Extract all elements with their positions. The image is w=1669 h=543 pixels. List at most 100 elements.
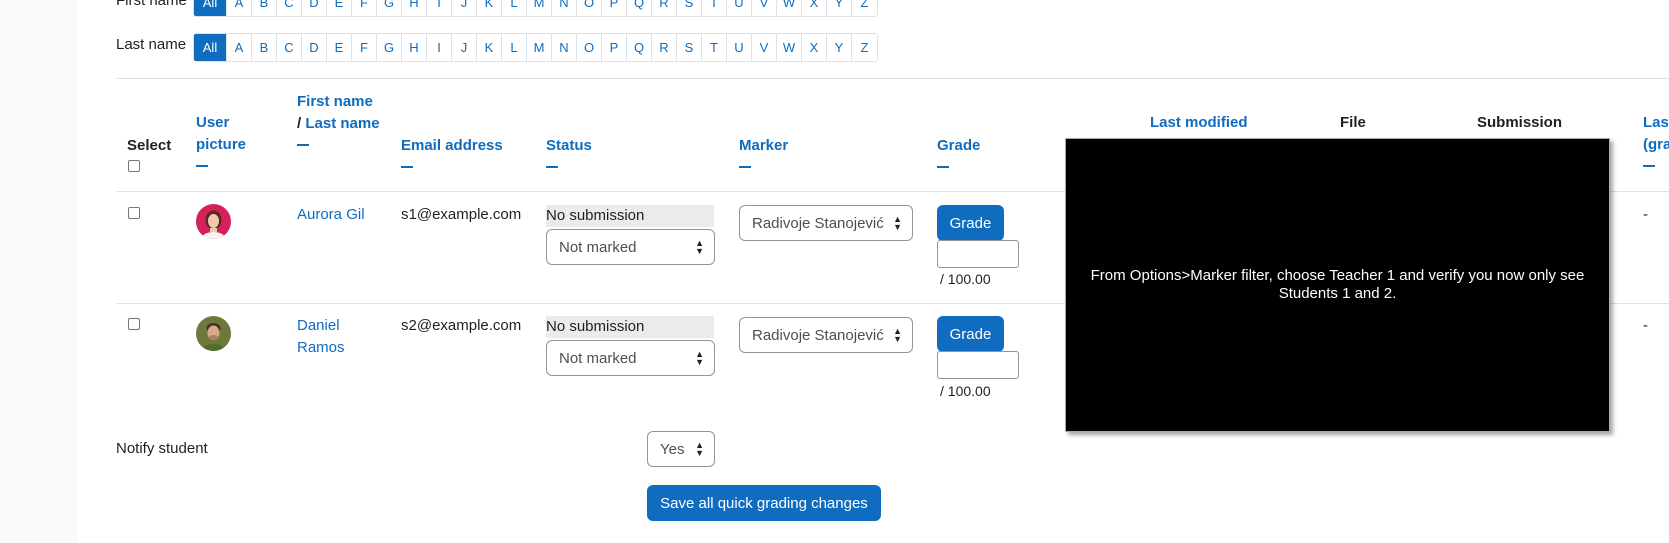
first-name-initial-q[interactable]: Q <box>627 0 652 16</box>
select-caret-icon: ▲ ▼ <box>893 326 902 344</box>
header-last-modified[interactable]: Last modified <box>1150 112 1248 134</box>
last-name-initials-bar: All A B C D E F G H I J K L M N O P Q R S T U V W X Y Z <box>193 33 878 62</box>
last-name-initial-d[interactable]: D <box>302 34 327 61</box>
first-name-initial-u[interactable]: U <box>727 0 752 16</box>
first-name-initial-w[interactable]: W <box>777 0 802 16</box>
header-user-picture[interactable]: User picture <box>196 112 266 167</box>
last-name-initial-b[interactable]: B <box>252 34 277 61</box>
save-quick-grading-button[interactable]: Save all quick grading changes <box>647 485 881 521</box>
first-name-initial-k[interactable]: K <box>477 0 502 16</box>
last-name-initial-t[interactable]: T <box>702 34 727 61</box>
last-name-initial-all[interactable]: All <box>194 34 227 61</box>
last-name-initial-h[interactable]: H <box>402 34 427 61</box>
first-name-initial-x[interactable]: X <box>802 0 827 16</box>
filter-divider <box>116 78 1669 79</box>
avatar[interactable] <box>196 316 231 351</box>
first-name-initial-l[interactable]: L <box>502 0 527 16</box>
last-name-initial-k[interactable]: K <box>477 34 502 61</box>
last-name-initial-e[interactable]: E <box>327 34 352 61</box>
last-name-initial-r[interactable]: R <box>652 34 677 61</box>
last-name-initial-o[interactable]: O <box>577 34 602 61</box>
grade-button[interactable]: Grade <box>937 205 1004 241</box>
first-name-initial-m[interactable]: M <box>527 0 552 16</box>
first-name-initial-o[interactable]: O <box>577 0 602 16</box>
first-name-initial-t[interactable]: T <box>702 0 727 16</box>
sort-dash-icon <box>739 166 751 168</box>
first-name-initial-e[interactable]: E <box>327 0 352 16</box>
last-name-initial-j[interactable]: J <box>452 34 477 61</box>
notify-student-label: Notify student <box>116 440 208 457</box>
quick-grade-input[interactable] <box>937 351 1019 379</box>
first-name-initial-r[interactable]: R <box>652 0 677 16</box>
last-name-initial-a[interactable]: A <box>227 34 252 61</box>
first-name-initial-g[interactable]: G <box>377 0 402 16</box>
first-name-initial-a[interactable]: A <box>227 0 252 16</box>
select-caret-icon: ▲ ▼ <box>695 440 704 458</box>
header-submission: Submission <box>1477 114 1563 131</box>
first-name-initial-i[interactable]: I <box>427 0 452 16</box>
grade-max-label: / 100.00 <box>940 271 991 287</box>
first-name-initial-v[interactable]: V <box>752 0 777 16</box>
select-caret-icon: ▲ ▼ <box>695 238 704 256</box>
last-name-initial-q[interactable]: Q <box>627 34 652 61</box>
marking-workflow-select[interactable]: Not marked ▲ ▼ <box>546 229 715 265</box>
first-name-initial-f[interactable]: F <box>352 0 377 16</box>
header-email[interactable]: Email address <box>401 135 503 168</box>
header-name: First name / Last name <box>297 91 387 146</box>
grade-button[interactable]: Grade <box>937 316 1004 352</box>
header-marker[interactable]: Marker <box>739 135 788 168</box>
header-last-grade[interactable]: Las (gra <box>1643 112 1669 167</box>
last-name-initial-n[interactable]: N <box>552 34 577 61</box>
select-all-checkbox[interactable] <box>128 160 140 172</box>
first-name-initial-c[interactable]: C <box>277 0 302 16</box>
first-name-initial-z[interactable]: Z <box>852 0 877 16</box>
last-name-initial-u[interactable]: U <box>727 34 752 61</box>
last-name-initial-y[interactable]: Y <box>827 34 852 61</box>
last-name-initial-s[interactable]: S <box>677 34 702 61</box>
first-name-initial-b[interactable]: B <box>252 0 277 16</box>
header-grade[interactable]: Grade <box>937 135 980 168</box>
email-value: s1@example.com <box>401 206 522 223</box>
notify-student-select[interactable]: Yes ▲ ▼ <box>647 431 715 467</box>
first-name-initial-p[interactable]: P <box>602 0 627 16</box>
last-name-initial-i[interactable]: I <box>427 34 452 61</box>
sort-dash-icon <box>546 166 558 168</box>
instruction-overlay: From Options>Marker filter, choose Teach… <box>1065 138 1610 432</box>
row-select-checkbox[interactable] <box>128 318 140 330</box>
last-name-filter-label: Last name <box>116 36 187 53</box>
last-name-initial-p[interactable]: P <box>602 34 627 61</box>
first-name-initial-all[interactable]: All <box>194 0 227 16</box>
last-name-initial-f[interactable]: F <box>352 34 377 61</box>
marker-select[interactable]: Radivoje Stanojević ▲ ▼ <box>739 205 913 241</box>
first-name-initial-d[interactable]: D <box>302 0 327 16</box>
sort-last-name-link[interactable]: Last name <box>305 115 379 132</box>
last-name-initial-w[interactable]: W <box>777 34 802 61</box>
first-name-initial-s[interactable]: S <box>677 0 702 16</box>
last-name-initial-l[interactable]: L <box>502 34 527 61</box>
row-select-checkbox[interactable] <box>128 207 140 219</box>
first-name-initial-n[interactable]: N <box>552 0 577 16</box>
last-name-initial-m[interactable]: M <box>527 34 552 61</box>
select-caret-icon: ▲ ▼ <box>695 349 704 367</box>
last-name-initial-c[interactable]: C <box>277 34 302 61</box>
first-name-initial-h[interactable]: H <box>402 0 427 16</box>
header-select: Select <box>127 137 172 154</box>
student-name-link[interactable]: Daniel Ramos <box>297 315 345 359</box>
last-col-value: - <box>1643 206 1648 223</box>
sort-first-name-link[interactable]: First name <box>297 93 373 110</box>
header-status[interactable]: Status <box>546 135 592 168</box>
last-name-initial-z[interactable]: Z <box>852 34 877 61</box>
sort-dash-icon <box>196 165 208 167</box>
avatar[interactable] <box>196 204 231 239</box>
student-name-link[interactable]: Aurora Gil <box>297 204 365 226</box>
marker-select[interactable]: Radivoje Stanojević ▲ ▼ <box>739 317 913 353</box>
last-col-value: - <box>1643 317 1648 334</box>
last-name-initial-g[interactable]: G <box>377 34 402 61</box>
last-name-initial-v[interactable]: V <box>752 34 777 61</box>
email-value: s2@example.com <box>401 317 522 334</box>
first-name-initial-y[interactable]: Y <box>827 0 852 16</box>
quick-grade-input[interactable] <box>937 240 1019 268</box>
first-name-initial-j[interactable]: J <box>452 0 477 16</box>
last-name-initial-x[interactable]: X <box>802 34 827 61</box>
marking-workflow-select[interactable]: Not marked ▲ ▼ <box>546 340 715 376</box>
